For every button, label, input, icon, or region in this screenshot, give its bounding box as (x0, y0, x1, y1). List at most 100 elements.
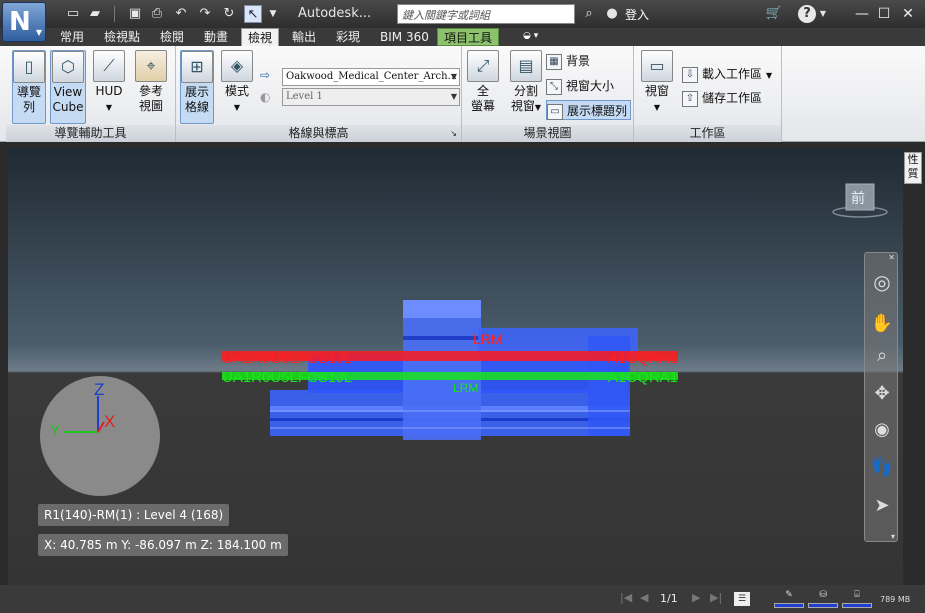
panel-grids-levels: ⊞ 展示 格線 ◈ 模式 ▼ ⇨ ◐ Oakwood_Medical_Center_A… (176, 46, 462, 142)
close-icon[interactable]: ✕ (898, 4, 918, 24)
minimize-icon[interactable]: — (852, 4, 872, 24)
axis-z-label: Z (94, 380, 105, 399)
cart-icon[interactable]: 🛒 (765, 5, 783, 23)
split-view-button[interactable]: ▤ 分割 視窗▼ (506, 50, 546, 115)
select-cursor-icon[interactable]: ↖ (244, 5, 262, 23)
properties-tab[interactable]: 性質 (904, 152, 922, 184)
prev-page-icon[interactable]: ◀ (640, 591, 648, 604)
new-file-icon[interactable]: ▭ (64, 5, 82, 23)
save-workspace-icon: ⇧ (682, 90, 698, 107)
axis-gizmo: Z Y X (40, 376, 160, 496)
chevron-down-icon: ▼ (105, 103, 113, 112)
panel-label: 場景視圖 (462, 125, 633, 142)
print-icon[interactable]: ⎙ (148, 5, 166, 23)
progress-meter-pencil: ✎ (774, 590, 804, 608)
user-icon[interactable]: ● (604, 5, 620, 23)
last-page-icon[interactable]: ▶| (710, 591, 722, 604)
title-bar-icon: ▭ (547, 103, 563, 120)
svg-text:UA1R0U5LFCS1JL: UA1R0U5LFCS1JL (222, 369, 352, 386)
navbar-options-icon[interactable]: ▾ (891, 532, 895, 541)
binoculars-icon[interactable]: ⌕ (580, 5, 598, 23)
application-menu-button[interactable]: N ▼ (2, 2, 46, 42)
tab-item-tools[interactable]: 項目工具 (437, 28, 500, 46)
close-icon[interactable]: ✕ (888, 253, 895, 262)
reference-view-button[interactable]: ⌖ 參考 視圖 (134, 50, 168, 114)
app-logo: N (9, 7, 31, 37)
memory-usage: 789 MB (880, 595, 911, 604)
panel-scene-view: ⤢ 全 螢幕 ▤ 分割 視窗▼ ▦ 背景 ⤡ 視窗大小 ▭ 展示標題列 場景視圖 (462, 46, 634, 142)
chevron-down-icon: ▼ (35, 28, 42, 37)
tab-render[interactable]: 彩現 (330, 28, 366, 46)
grid-level-select[interactable]: Level 1 ▼ (282, 88, 460, 106)
tab-viewpoint[interactable]: 檢視點 (98, 28, 146, 46)
tab-view[interactable]: 檢視 (241, 28, 280, 46)
hud-coordinates: X: 40.785 m Y: -86.097 m Z: 184.100 m (38, 534, 288, 556)
undo-icon[interactable]: ↶ (172, 5, 190, 23)
level-icon: ◐ (260, 90, 271, 104)
chevron-down-icon: ▼ (766, 71, 773, 80)
first-page-icon[interactable]: |◀ (620, 591, 632, 604)
look-around-icon[interactable]: ◉ (869, 417, 895, 443)
chevron-down-icon[interactable]: ▼ (264, 5, 282, 23)
orbit-icon[interactable]: ✥ (869, 381, 895, 407)
title-bar: N ▼ ▭ ▰ ▣ ⎙ ↶ ↷ ↻ ↖ ▼ Autodesk... 鍵入關鍵字或詞… (0, 0, 925, 42)
hud-element-info: R1(140)-RM(1) : Level 4 (168) (38, 504, 230, 526)
scene-viewport[interactable]: UA1R0U5LFCS1JL A1CQRA1 LRM UA1R0U5LFCS1J… (8, 148, 903, 585)
login-link[interactable]: 登入 (625, 6, 649, 23)
dialog-launcher-icon[interactable]: ↘ (450, 125, 457, 142)
resize-icon: ⤡ (546, 78, 562, 95)
tab-bim360[interactable]: BIM 360 (374, 28, 435, 46)
load-workspace-icon: ⇩ (682, 66, 698, 83)
ribbon: ▯ 導覽 列 ⬡ View Cube ⟋ HUD ▼ ⌖ 參考 視圖 導覽輔助工具 ⊞ 展示… (0, 46, 925, 142)
navigation-bar-button[interactable]: ▯ 導覽 列 (12, 50, 46, 124)
axis-y-label: Y (50, 422, 61, 439)
network-icon: ⌸ (854, 590, 860, 600)
svg-text:LRM: LRM (473, 331, 503, 347)
progress-meter-network: ⌸ (842, 590, 872, 608)
background-button[interactable]: ▦ 背景 (546, 51, 590, 71)
redo-icon[interactable]: ↷ (196, 5, 214, 23)
background-icon: ▦ (546, 53, 562, 70)
panel-workspace: ▭ 視窗 ▼ ⇩ 載入工作區 ▼ ⇧ 儲存工作區 工作區 (634, 46, 782, 142)
zoom-window-icon[interactable]: ⌕ (869, 343, 895, 369)
page-counter: 1/1 (660, 592, 678, 605)
tab-home[interactable]: 常用 (54, 28, 90, 46)
chevron-down-icon: ▼ (653, 103, 661, 112)
select-icon[interactable]: ➤ (869, 493, 895, 519)
steering-wheel-icon[interactable]: ◎ (869, 269, 895, 295)
tab-animation[interactable]: 動畫 (198, 28, 234, 46)
walk-icon[interactable]: 👣 (869, 455, 895, 481)
cube-icon: ⬡ (52, 51, 84, 83)
ribbon-options-icon[interactable]: ◒ ▾ (523, 31, 551, 43)
hud-button[interactable]: ⟋ HUD ▼ (92, 50, 126, 115)
viewcube-button[interactable]: ⬡ View Cube (50, 50, 86, 124)
search-input[interactable]: 鍵入關鍵字或詞組 (397, 4, 575, 24)
grid-mode-button[interactable]: ◈ 模式 ▼ (220, 50, 254, 115)
next-page-icon[interactable]: ▶ (692, 591, 700, 604)
refresh-icon[interactable]: ↻ (220, 5, 238, 23)
window-button[interactable]: ▭ 視窗 ▼ (638, 50, 676, 115)
tab-review[interactable]: 檢閱 (154, 28, 190, 46)
load-workspace-button[interactable]: ⇩ 載入工作區 ▼ (682, 64, 772, 84)
save-icon[interactable]: ▣ (126, 5, 144, 23)
show-grid-button[interactable]: ⊞ 展示 格線 (180, 50, 214, 124)
navigation-bar: ✕ ◎ ✋ ⌕ ✥ ◉ 👣 ➤ ▾ (864, 252, 898, 542)
open-folder-icon[interactable]: ▰ (86, 5, 104, 23)
save-workspace-button[interactable]: ⇧ 儲存工作區 (682, 88, 762, 108)
pan-hand-icon[interactable]: ✋ (869, 311, 895, 337)
show-title-bar-button[interactable]: ▭ 展示標題列 (546, 100, 632, 120)
tab-output[interactable]: 輸出 (286, 28, 322, 46)
help-icon[interactable]: ? (798, 5, 816, 23)
svg-text:LRM: LRM (453, 381, 478, 395)
svg-text:UA1R0U5LFCS1JL: UA1R0U5LFCS1JL (222, 350, 352, 367)
maximize-icon[interactable]: ☐ (874, 4, 894, 24)
viewcube[interactable]: 前 (828, 176, 888, 221)
grid-model-select[interactable]: Oakwood_Medical_Center_Arch... ▼ (282, 68, 460, 86)
window-size-button[interactable]: ⤡ 視窗大小 (546, 76, 614, 96)
sheet-browser-icon[interactable]: ☰ (734, 592, 750, 606)
chevron-down-icon[interactable]: ▼ (818, 5, 828, 23)
axis-x-label: X (104, 412, 116, 431)
svg-text:A1CQRA1: A1CQRA1 (608, 350, 678, 367)
fullscreen-button[interactable]: ⤢ 全 螢幕 (466, 50, 500, 114)
chevron-down-icon: ▼ (450, 72, 457, 81)
